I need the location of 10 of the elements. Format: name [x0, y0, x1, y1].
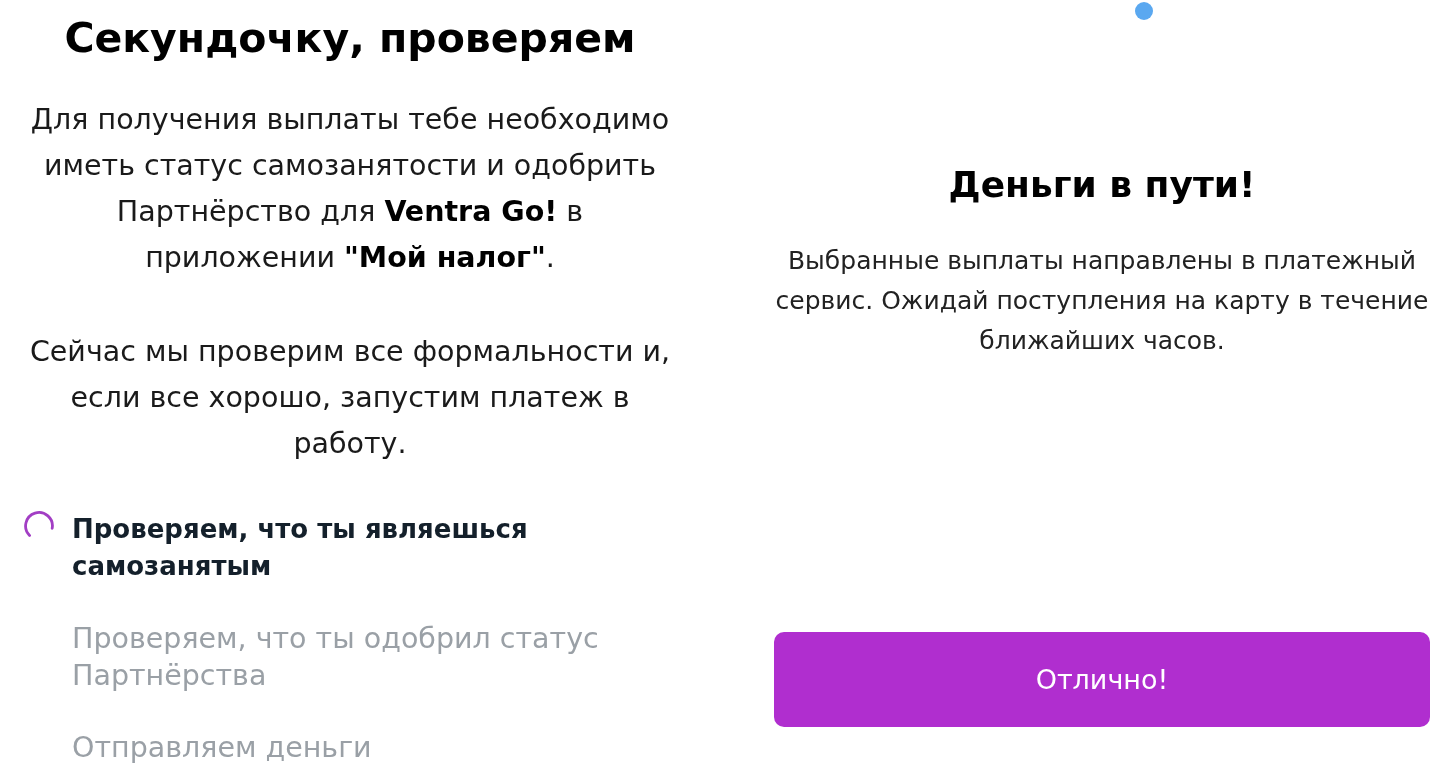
dot-icon	[1135, 2, 1153, 20]
screen-title: Деньги в пути!	[947, 163, 1257, 207]
step-label: Проверяем, что ты одобрил статус Партнёрства	[72, 621, 600, 694]
step-label: Проверяем, что ты являешься самозанятым	[72, 513, 529, 583]
ok-button[interactable]: Отлично!	[774, 632, 1430, 727]
info-paragraph: Сейчас мы проверим все формальности и, если все хорошо, запустим платеж в работу.	[28, 334, 672, 462]
screen-title: Секундочку, проверяем	[63, 13, 637, 64]
step-label: Отправляем деньги	[72, 730, 372, 766]
info-paragraph: Для получения выплаты тебе необходимо иметь статус самозанятости и одобрить Партнёрство для Ventra Go! в приложении "Мой налог".	[29, 102, 671, 276]
info-paragraph: Выбранные выплаты направлены в платежный сервис. Ожидай поступления на карту в течение ближайших часов.	[774, 245, 1430, 357]
